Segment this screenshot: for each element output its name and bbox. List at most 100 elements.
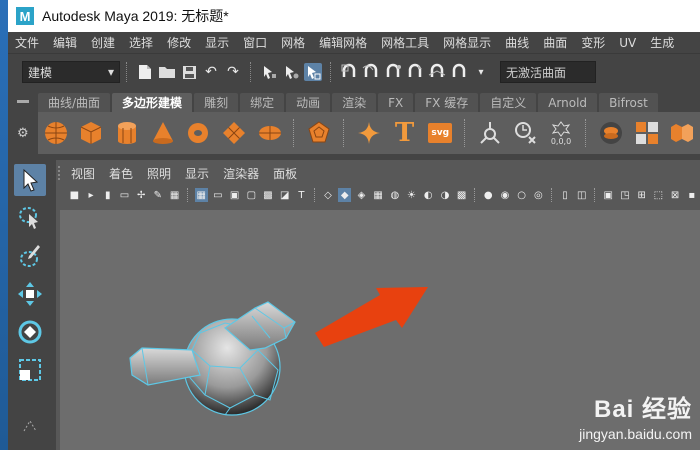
select-tool-icon[interactable] <box>14 164 46 196</box>
shelf-tab-custom[interactable]: 自定义 <box>480 93 537 112</box>
safe-title-icon[interactable]: T <box>295 188 308 202</box>
close-panel-icon[interactable]: ⊠ <box>669 188 682 202</box>
menu-uv[interactable]: UV <box>612 36 643 50</box>
expand-panel-icon[interactable]: ⬚ <box>652 188 665 202</box>
polygon-mesh-object[interactable] <box>129 301 296 416</box>
shelf-tab-curves-surfaces[interactable]: 曲线/曲面 <box>38 93 111 112</box>
poly-cylinder-icon[interactable] <box>112 118 142 148</box>
menu-set-dropdown[interactable]: 建模 ▾ <box>22 61 120 83</box>
camera-attributes-icon[interactable]: ▸ <box>85 188 98 202</box>
mesh-cleanup-icon[interactable] <box>511 118 541 148</box>
poly-plane-icon[interactable] <box>219 118 249 148</box>
anti-aliasing-icon[interactable]: ▩ <box>455 188 468 202</box>
shadows-icon[interactable]: ☀ <box>405 188 418 202</box>
snapshot-icon[interactable]: ▣ <box>602 188 615 202</box>
separate-icon[interactable] <box>667 118 697 148</box>
make-live-icon[interactable] <box>450 63 468 81</box>
snap-point-icon[interactable] <box>384 63 402 81</box>
combine-icon[interactable] <box>632 118 662 148</box>
menu-edit[interactable]: 编辑 <box>46 34 84 51</box>
film-gate-icon[interactable]: ▭ <box>212 188 225 202</box>
menu-modify[interactable]: 修改 <box>160 34 198 51</box>
camera-select-icon[interactable]: ■ <box>68 188 81 202</box>
shelf-tab-arnold[interactable]: Arnold <box>538 93 598 112</box>
gear-icon[interactable]: ⚙ <box>8 112 38 154</box>
menu-display[interactable]: 显示 <box>198 34 236 51</box>
viewport-menu-lighting[interactable]: 照明 <box>140 165 178 182</box>
chevron-down-icon[interactable]: ▾ <box>472 63 490 81</box>
viewport-menu-show[interactable]: 显示 <box>178 165 216 182</box>
grid-toggle-icon[interactable]: ▦ <box>168 188 181 202</box>
open-scene-icon[interactable] <box>158 63 176 81</box>
xray-icon[interactable]: ◉ <box>499 188 512 202</box>
menu-mesh-tools[interactable]: 网格工具 <box>374 34 436 51</box>
use-all-lights-icon[interactable]: ◍ <box>388 188 401 202</box>
menu-create[interactable]: 创建 <box>84 34 122 51</box>
shelf-tab-fx[interactable]: FX <box>378 93 414 112</box>
snap-curve-icon[interactable] <box>362 63 380 81</box>
live-surface-field[interactable]: 无激活曲面 <box>500 61 596 83</box>
poly-cone-icon[interactable] <box>148 118 178 148</box>
two-d-pan-icon[interactable]: ✢ <box>135 188 148 202</box>
xray-components-icon[interactable]: ◎ <box>532 188 545 202</box>
scale-tool-icon[interactable] <box>14 354 46 386</box>
grid-icon[interactable]: ▦ <box>194 188 208 202</box>
shelf-menu-icon[interactable] <box>8 90 38 112</box>
shelf-tab-rigging[interactable]: 绑定 <box>240 93 285 112</box>
snap-grid-icon[interactable] <box>340 63 358 81</box>
image-plane-icon[interactable]: ▭ <box>118 188 131 202</box>
single-view-icon[interactable]: ◳ <box>619 188 632 202</box>
menu-windows[interactable]: 窗口 <box>236 34 274 51</box>
paint-select-tool-icon[interactable] <box>14 240 46 272</box>
select-component-icon[interactable] <box>304 63 322 81</box>
select-object-icon[interactable] <box>282 63 300 81</box>
snap-projected-icon[interactable] <box>406 63 424 81</box>
undo-icon[interactable]: ↶ <box>202 63 220 81</box>
shelf-tab-rendering[interactable]: 渲染 <box>332 93 377 112</box>
move-tool-icon[interactable] <box>14 278 46 310</box>
rotate-tool-icon[interactable] <box>14 316 46 348</box>
wireframe-on-shaded-icon[interactable]: ◈ <box>355 188 368 202</box>
shelf-tab-poly-modeling[interactable]: 多边形建模 <box>112 93 193 112</box>
menu-curves[interactable]: 曲线 <box>498 34 536 51</box>
menu-generate[interactable]: 生成 <box>643 34 681 51</box>
smooth-shade-icon[interactable]: ◆ <box>338 188 352 202</box>
svg-icon[interactable]: svg <box>425 118 455 148</box>
resolution-gate-icon[interactable]: ▣ <box>228 188 241 202</box>
super-shape-icon[interactable] <box>354 118 384 148</box>
lasso-tool-icon[interactable] <box>14 202 46 234</box>
more-options-icon[interactable]: ▪ <box>685 188 698 202</box>
wireframe-icon[interactable]: ◇ <box>322 188 335 202</box>
camera-gate-icon[interactable]: ▯ <box>559 188 572 202</box>
poly-sphere-icon[interactable] <box>41 118 71 148</box>
viewport-menu-view[interactable]: 视图 <box>64 165 102 182</box>
xray-joints-icon[interactable]: ○ <box>515 188 528 202</box>
poly-disc-icon[interactable] <box>255 118 285 148</box>
menu-edit-mesh[interactable]: 编辑网格 <box>312 34 374 51</box>
safe-action-icon[interactable]: ◪ <box>278 188 291 202</box>
smooth-icon[interactable] <box>596 118 626 148</box>
menu-file[interactable]: 文件 <box>8 34 46 51</box>
platonic-solid-icon[interactable] <box>304 118 334 148</box>
poly-cube-icon[interactable] <box>76 118 106 148</box>
viewport-menu-renderer[interactable]: 渲染器 <box>216 165 266 182</box>
shelf-tab-bifrost[interactable]: Bifrost <box>599 93 658 112</box>
uv-numbers-icon[interactable]: 0,0,0 <box>546 118 576 148</box>
menu-surfaces[interactable]: 曲面 <box>536 34 574 51</box>
bookmarks-icon[interactable]: ▮ <box>101 188 114 202</box>
type-icon[interactable]: T <box>390 118 420 148</box>
snap-view-plane-icon[interactable] <box>428 63 446 81</box>
shelf-tab-animation[interactable]: 动画 <box>286 93 331 112</box>
menu-deform[interactable]: 变形 <box>574 34 612 51</box>
viewport-menu-panels[interactable]: 面板 <box>266 165 304 182</box>
screen-space-ao-icon[interactable]: ◐ <box>422 188 435 202</box>
menu-mesh[interactable]: 网格 <box>274 34 312 51</box>
perspective-viewport[interactable]: Bai 经验 jingyan.baidu.com <box>60 210 700 450</box>
new-scene-icon[interactable] <box>136 63 154 81</box>
last-tool-icon[interactable] <box>14 416 46 436</box>
menu-select[interactable]: 选择 <box>122 34 160 51</box>
poly-torus-icon[interactable] <box>183 118 213 148</box>
motion-blur-icon[interactable]: ◑ <box>439 188 452 202</box>
select-hierarchy-icon[interactable] <box>260 63 278 81</box>
gate-mask-icon[interactable]: ▢ <box>245 188 258 202</box>
